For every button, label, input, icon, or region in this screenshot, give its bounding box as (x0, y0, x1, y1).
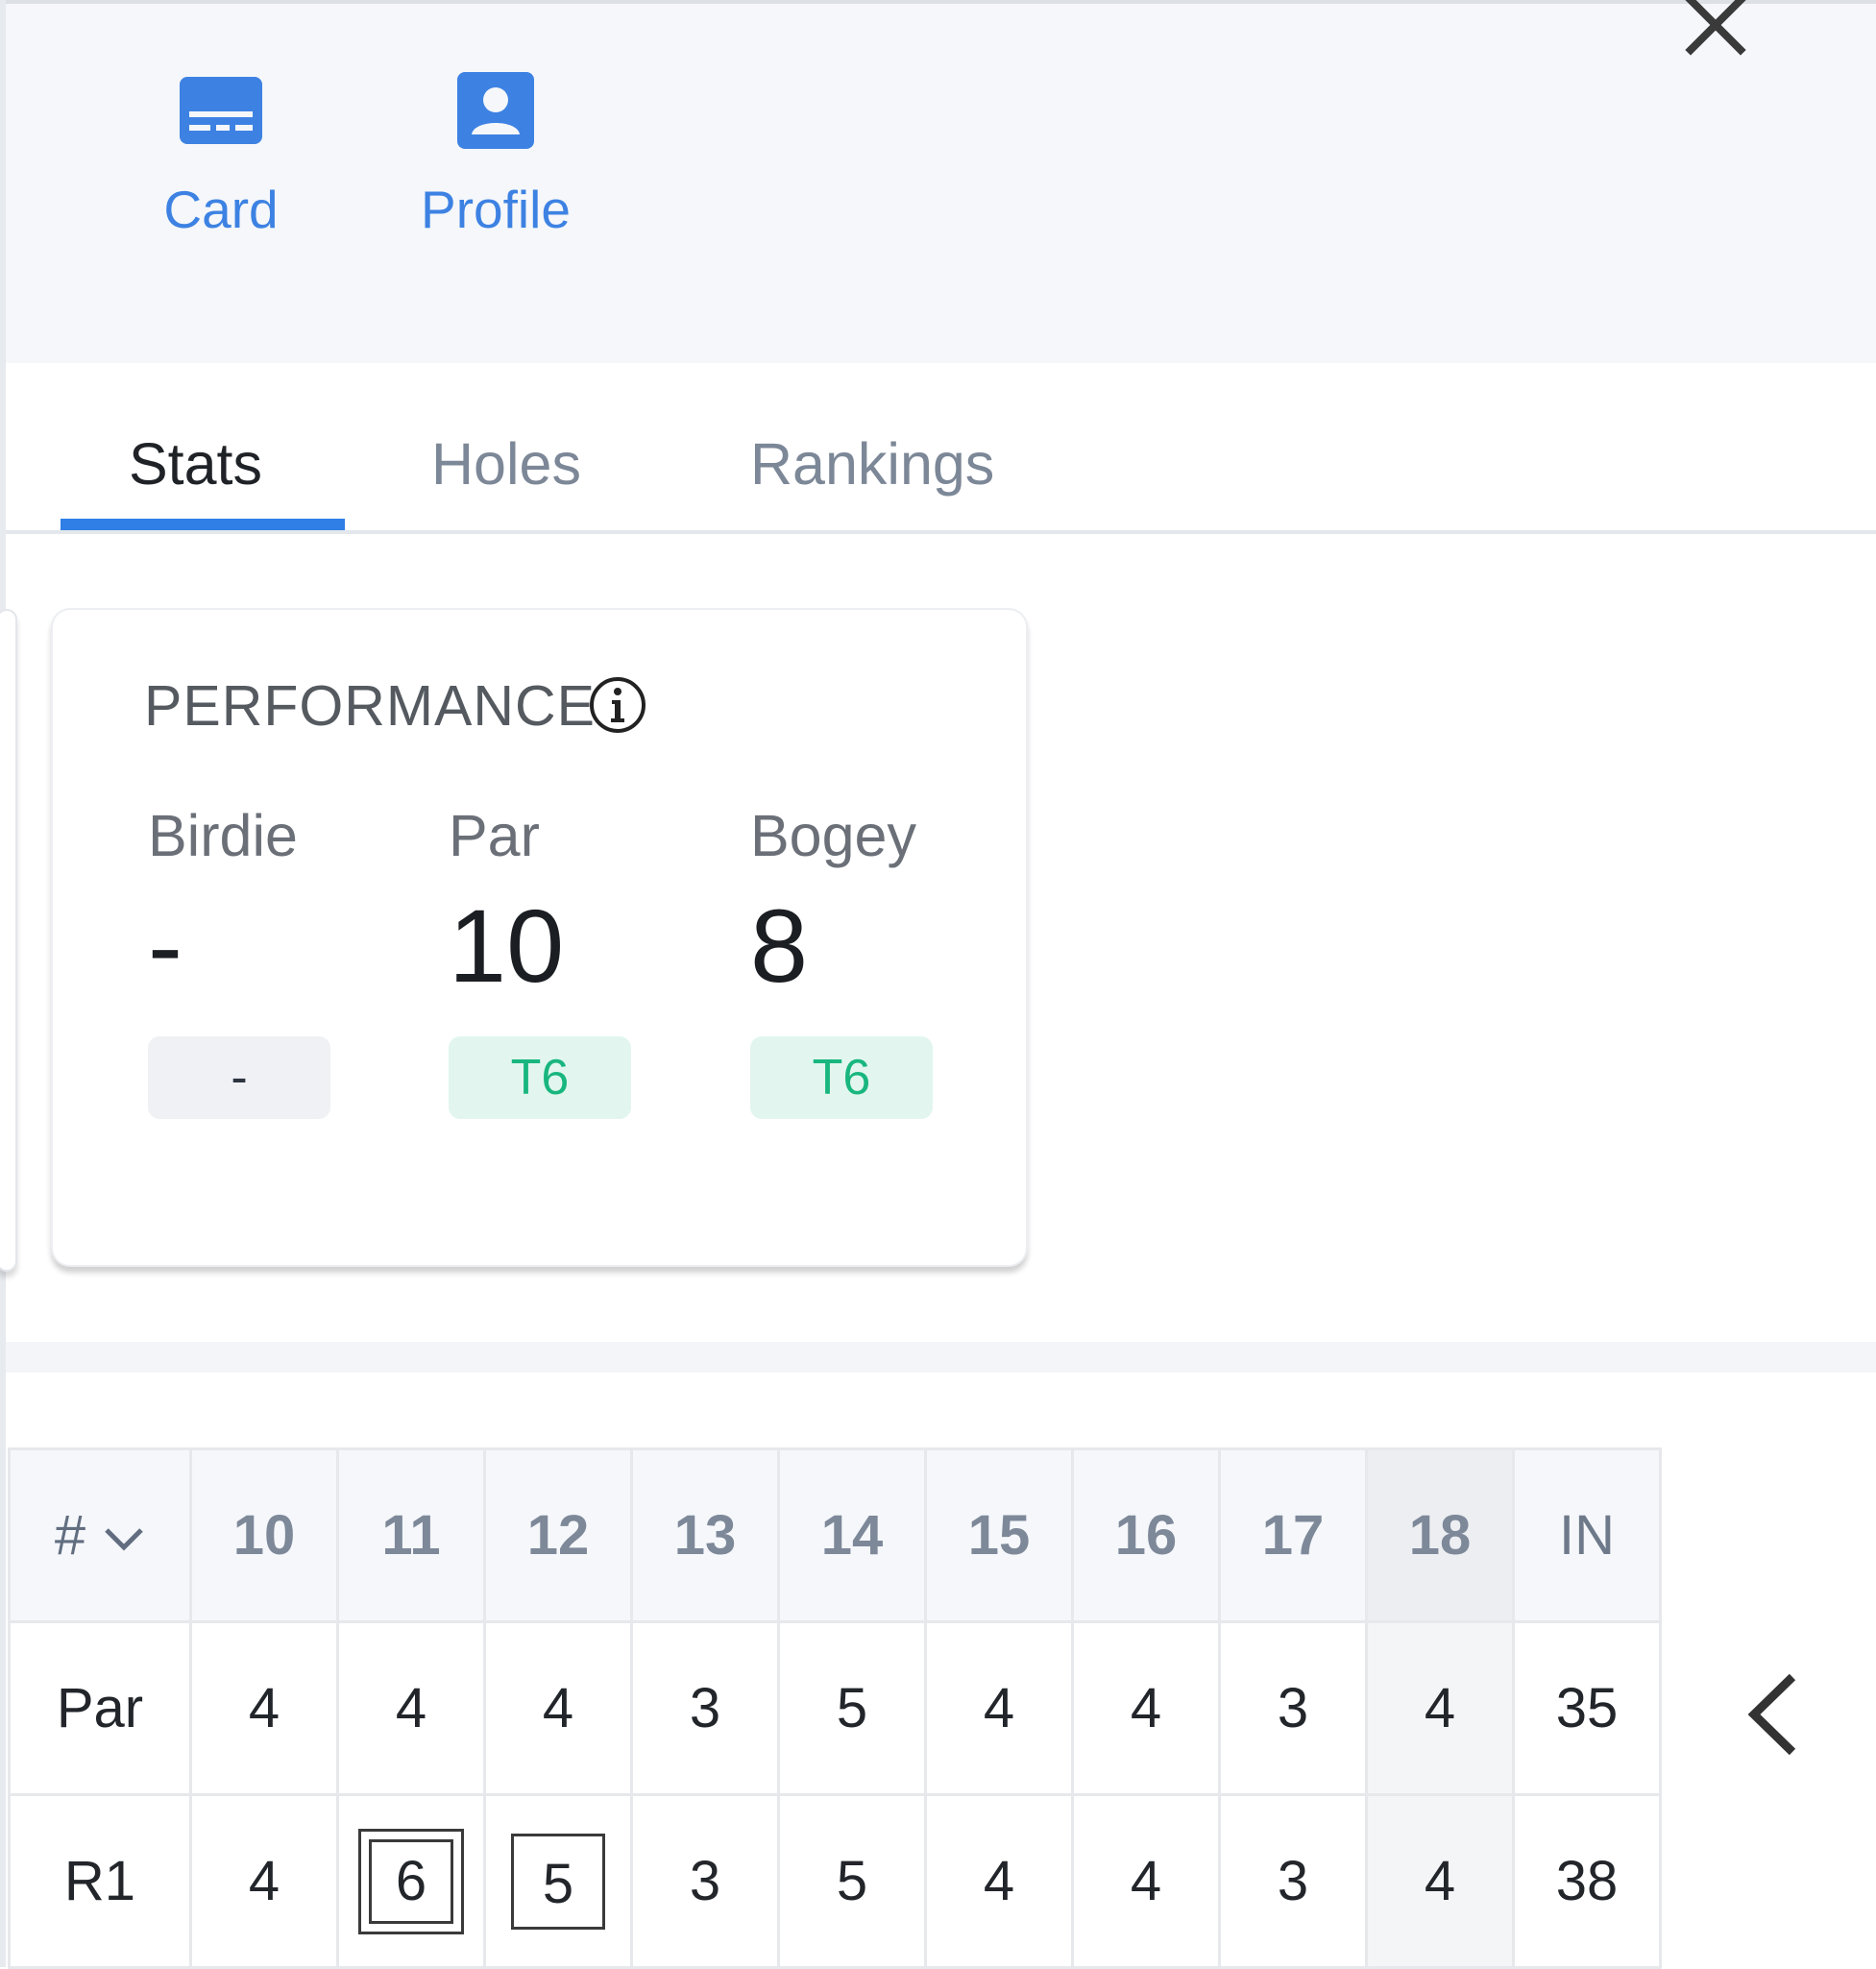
score-cell: 3 (1218, 1620, 1368, 1796)
tab-holes[interactable]: Holes (431, 430, 581, 498)
hole-sort-header[interactable]: # (8, 1447, 192, 1623)
player-scorecard-panel: Card Profile Stats Holes Rankings PERFOR… (0, 0, 1876, 1969)
score-cell: 4 (1365, 1620, 1515, 1796)
stat-name: Bogey (750, 803, 916, 868)
tab-stats[interactable]: Stats (129, 430, 262, 498)
stat-bogey: Bogey 8 T6 (750, 802, 942, 1119)
profile-label: Profile (421, 180, 571, 239)
stat-rank-badge: T6 (750, 1036, 933, 1119)
tab-rankings[interactable]: Rankings (750, 430, 994, 498)
row-label: R1 (8, 1793, 192, 1969)
hole-header: 12 (483, 1447, 633, 1623)
hole-header: 14 (777, 1447, 927, 1623)
score-cell: 3 (630, 1793, 780, 1969)
par-row: Par 4 4 4 3 5 4 4 3 4 35 (8, 1620, 1662, 1796)
hole-header: 16 (1071, 1447, 1221, 1623)
card-label: Card (163, 180, 279, 239)
hole-number-label: # (54, 1504, 86, 1567)
scorecard-table: # 10 11 12 13 14 15 16 17 18 IN Par 4 4 … (8, 1447, 1662, 1969)
info-icon[interactable] (588, 675, 647, 735)
score-cell: 4 (189, 1793, 339, 1969)
section-divider (6, 1342, 1876, 1373)
tab-divider (6, 530, 1876, 534)
stat-rank-badge: - (148, 1036, 330, 1119)
score-value: 6 (369, 1838, 453, 1924)
hole-header: 13 (630, 1447, 780, 1623)
row-label: Par (8, 1620, 192, 1796)
score-cell: 4 (1071, 1793, 1221, 1969)
stat-rank-badge: T6 (449, 1036, 631, 1119)
score-cell: 3 (1218, 1793, 1368, 1969)
total-cell: 38 (1512, 1793, 1662, 1969)
hole-header: 17 (1218, 1447, 1368, 1623)
score-cell: 5 (777, 1793, 927, 1969)
stat-value: 10 (449, 887, 565, 1004)
bogey-marker: 5 (511, 1833, 605, 1930)
active-tab-indicator (61, 519, 345, 530)
chevron-left-icon (1747, 1673, 1796, 1756)
stat-value: 8 (750, 887, 809, 1004)
total-cell: 35 (1512, 1620, 1662, 1796)
stat-par: Par 10 T6 (449, 802, 641, 1119)
performance-title: PERFORMANCE (144, 674, 596, 738)
chevron-down-icon (105, 1527, 143, 1551)
score-cell: 4 (1365, 1793, 1515, 1969)
profile-button[interactable]: Profile (409, 67, 582, 240)
profile-icon (457, 72, 534, 149)
round-row: R1 4 6 5 3 5 4 4 3 4 38 (8, 1793, 1662, 1969)
hole-header: 18 (1365, 1447, 1515, 1623)
stat-value: - (148, 887, 183, 1004)
close-icon (1685, 0, 1746, 56)
tab-bar: Stats Holes Rankings (6, 363, 1876, 536)
score-cell: 4 (189, 1620, 339, 1796)
score-cell: 4 (483, 1620, 633, 1796)
score-cell-double-bogey: 6 (336, 1793, 486, 1969)
stat-name: Par (449, 803, 540, 868)
score-cell-bogey: 5 (483, 1793, 633, 1969)
score-cell: 4 (1071, 1620, 1221, 1796)
score-cell: 3 (630, 1620, 780, 1796)
performance-card: PERFORMANCE Birdie - - Par 10 T6 Bogey 8… (51, 608, 1028, 1267)
score-cell: 4 (924, 1620, 1074, 1796)
hole-header: 15 (924, 1447, 1074, 1623)
card-button[interactable]: Card (150, 67, 292, 240)
hole-header: 10 (189, 1447, 339, 1623)
score-cell: 5 (777, 1620, 927, 1796)
stat-birdie: Birdie - - (148, 802, 340, 1119)
scroll-left-button[interactable] (1739, 1671, 1808, 1758)
double-bogey-marker: 6 (358, 1828, 464, 1934)
total-header: IN (1512, 1447, 1662, 1623)
stat-name: Birdie (148, 803, 298, 868)
hole-header: 11 (336, 1447, 486, 1623)
card-icon (180, 77, 262, 144)
score-cell: 4 (924, 1793, 1074, 1969)
close-button[interactable] (1677, 0, 1754, 61)
previous-card-edge[interactable] (0, 609, 17, 1272)
scorecard-header-row: # 10 11 12 13 14 15 16 17 18 IN (8, 1447, 1662, 1623)
action-bar: Card Profile (6, 0, 1876, 363)
score-cell: 4 (336, 1620, 486, 1796)
